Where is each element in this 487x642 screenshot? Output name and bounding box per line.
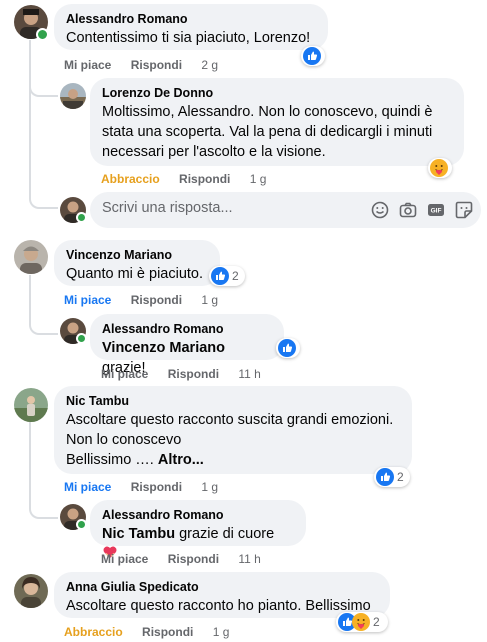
timestamp[interactable]: 11 h xyxy=(238,367,260,381)
comment-actions: Abbraccio Rispondi 1 g xyxy=(64,625,245,639)
comment-bubble: Alessandro Romano Contentissimo ti sia p… xyxy=(54,4,328,50)
comment-actions: Mi piace Rispondi 1 g xyxy=(64,480,234,494)
like-reaction-icon xyxy=(278,339,296,357)
comment-text-line: Non lo conoscevo xyxy=(66,432,182,448)
avatar[interactable] xyxy=(14,388,48,422)
reply-button[interactable]: Rispondi xyxy=(168,367,219,381)
timestamp[interactable]: 2 g xyxy=(201,58,218,72)
reply-text-line: stata una scoperta. Val la pena di dedic… xyxy=(102,124,433,140)
gif-icon[interactable]: GIF xyxy=(426,200,446,220)
avatar[interactable] xyxy=(60,83,86,109)
comment-author[interactable]: Vincenzo Mariano xyxy=(66,247,208,263)
reply-actions: Abbraccio Rispondi 1 g xyxy=(101,172,282,186)
comment-text: Quanto mi è piaciuto. xyxy=(66,266,204,282)
care-reaction-icon xyxy=(352,613,370,631)
camera-icon[interactable] xyxy=(398,200,418,220)
reaction-count: 2 xyxy=(373,615,380,629)
like-button[interactable]: Mi piace xyxy=(64,480,111,494)
timestamp[interactable]: 11 h xyxy=(238,552,260,566)
comment-bubble: Anna Giulia Spedicato Ascoltare questo r… xyxy=(54,572,390,618)
reaction-button[interactable]: Abbraccio xyxy=(64,625,123,639)
online-status-dot xyxy=(76,333,87,344)
reply-author[interactable]: Alessandro Romano xyxy=(102,507,294,523)
see-more-link[interactable]: Altro... xyxy=(158,452,204,468)
sticker-icon[interactable] xyxy=(454,200,474,220)
reply-button[interactable]: Rispondi xyxy=(131,58,182,72)
comment-text: Contentissimo ti sia piaciuto, Lorenzo! xyxy=(66,30,311,46)
comment-author[interactable]: Anna Giulia Spedicato xyxy=(66,579,378,595)
timestamp[interactable]: 1 g xyxy=(201,480,218,494)
comment-author[interactable]: Nic Tambu xyxy=(66,393,400,409)
timestamp[interactable]: 1 g xyxy=(201,293,218,307)
comment-text-line: Ascoltare questo racconto suscita grandi… xyxy=(66,412,394,428)
reply-actions: Mi piace Rispondi 11 h xyxy=(101,552,277,566)
comment-text: Ascoltare questo racconto suscita grandi… xyxy=(66,410,400,470)
timestamp[interactable]: 1 g xyxy=(250,172,267,186)
mention-link[interactable]: Vincenzo Mariano xyxy=(102,340,225,356)
reply-author[interactable]: Lorenzo De Donno xyxy=(102,85,452,101)
reaction-summary[interactable] xyxy=(428,158,452,178)
reaction-count: 2 xyxy=(232,269,239,283)
reply-text: Moltissimo, Alessandro. Non lo conoscevo… xyxy=(102,102,452,162)
reaction-summary[interactable]: 2 xyxy=(336,612,388,632)
reply-bubble: Lorenzo De Donno Moltissimo, Alessandro.… xyxy=(90,78,464,166)
reply-text-body: grazie di cuore xyxy=(175,526,275,542)
reply-bubble: Alessandro Romano Vincenzo Mariano grazi… xyxy=(90,314,284,376)
comment-text: Ascoltare questo racconto ho pianto. Bel… xyxy=(66,598,371,614)
comment-text-line: Bellissimo …. xyxy=(66,452,154,468)
comment-bubble: Vincenzo Mariano Quanto mi è piaciuto. xyxy=(54,240,220,286)
comment-actions: Mi piace Rispondi 2 g xyxy=(64,58,234,72)
reply-bubble: Alessandro Romano Nic Tambu grazie di cu… xyxy=(90,500,306,558)
like-reaction-icon xyxy=(211,267,229,285)
online-status-dot xyxy=(36,28,49,41)
avatar[interactable] xyxy=(14,240,48,274)
like-button[interactable]: Mi piace xyxy=(64,58,111,72)
thread-line xyxy=(29,275,58,335)
reply-button[interactable]: Rispondi xyxy=(142,625,193,639)
like-reaction-icon xyxy=(376,468,394,486)
reply-input-box[interactable]: GIF xyxy=(90,192,481,228)
online-status-dot xyxy=(76,519,87,530)
comment-author[interactable]: Alessandro Romano xyxy=(66,11,316,27)
timestamp[interactable]: 1 g xyxy=(213,625,230,639)
reply-author[interactable]: Alessandro Romano xyxy=(102,321,272,337)
reaction-button[interactable]: Abbraccio xyxy=(101,172,160,186)
online-status-dot xyxy=(76,212,87,223)
svg-text:GIF: GIF xyxy=(431,208,442,215)
reaction-summary[interactable]: 2 xyxy=(374,467,410,487)
reply-button[interactable]: Rispondi xyxy=(131,480,182,494)
like-button[interactable]: Mi piace xyxy=(101,552,148,566)
reaction-summary[interactable] xyxy=(276,338,300,358)
mention-link[interactable]: Nic Tambu xyxy=(102,526,175,542)
reply-actions: Mi piace Rispondi 11 h xyxy=(101,367,277,381)
thread-line xyxy=(29,40,58,209)
care-reaction-icon xyxy=(430,159,448,177)
reply-button[interactable]: Rispondi xyxy=(131,293,182,307)
like-button[interactable]: Mi piace xyxy=(64,293,111,307)
reply-button[interactable]: Rispondi xyxy=(179,172,230,186)
like-reaction-icon xyxy=(303,47,321,65)
reply-text-line: necessari per l'ascolto e la visione. xyxy=(102,144,326,160)
reply-input[interactable] xyxy=(102,200,342,216)
reaction-count: 2 xyxy=(397,470,404,484)
reaction-summary[interactable]: 2 xyxy=(209,266,245,286)
reply-text-line: Moltissimo, Alessandro. Non lo conoscevo… xyxy=(102,104,433,120)
emoji-icon[interactable] xyxy=(370,200,390,220)
like-button[interactable]: Mi piace xyxy=(101,367,148,381)
avatar[interactable] xyxy=(14,574,48,608)
reaction-summary[interactable] xyxy=(301,46,325,66)
comment-bubble: Nic Tambu Ascoltare questo racconto susc… xyxy=(54,386,412,474)
comment-actions: Mi piace Rispondi 1 g xyxy=(64,293,234,307)
reply-button[interactable]: Rispondi xyxy=(168,552,219,566)
